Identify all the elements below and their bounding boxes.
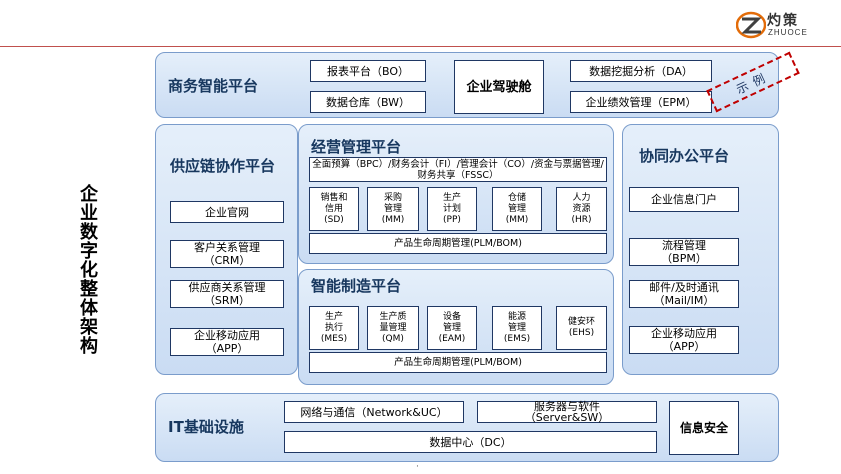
bi-item-epm[interactable]: 企业绩效管理（EPM） bbox=[570, 91, 712, 113]
scm-item-app[interactable]: 企业移动应用 （APP） bbox=[170, 328, 284, 356]
oa-platform-title: 协同办公平台 bbox=[639, 147, 730, 165]
mfg-plm-bar[interactable]: 产品生命周期管理(PLM/BOM) bbox=[309, 352, 607, 373]
mfg-module-ehs[interactable]: 健安环 (EHS) bbox=[556, 306, 607, 350]
mfg-module-qm[interactable]: 生产质 量管理 (QM) bbox=[367, 306, 419, 350]
scm-platform-title: 供应链协作平台 bbox=[170, 157, 276, 175]
bi-item-bw[interactable]: 数据仓库（BW） bbox=[310, 91, 426, 113]
bi-platform-title: 商务智能平台 bbox=[168, 77, 259, 95]
mfg-module-eam[interactable]: 设备 管理 (EAM) bbox=[427, 306, 477, 350]
oa-item-app[interactable]: 企业移动应用 （APP） bbox=[629, 326, 739, 354]
erp-module-mm-purchase[interactable]: 采购 管理 (MM) bbox=[367, 187, 419, 231]
mfg-module-ems[interactable]: 能源 管理 (EMS) bbox=[492, 306, 542, 350]
oa-item-mail-im[interactable]: 邮件/及时通讯 （Mail/IM） bbox=[629, 280, 739, 308]
erp-module-pp[interactable]: 生产 计划 (PP) bbox=[427, 187, 477, 231]
mfg-module-mes[interactable]: 生产 执行 (MES) bbox=[309, 306, 359, 350]
footer-mark: · bbox=[416, 462, 419, 472]
zhuoce-logo-icon bbox=[736, 11, 766, 39]
bi-item-da[interactable]: 数据挖掘分析（DA） bbox=[570, 60, 712, 82]
oa-item-bpm[interactable]: 流程管理 （BPM） bbox=[629, 238, 739, 266]
erp-plm-bar[interactable]: 产品生命周期管理(PLM/BOM) bbox=[309, 233, 607, 254]
erp-module-hr[interactable]: 人力 资源 (HR) bbox=[556, 187, 607, 231]
scm-item-website[interactable]: 企业官网 bbox=[170, 201, 284, 223]
scm-item-crm[interactable]: 客户关系管理 （CRM） bbox=[170, 240, 284, 268]
logo-subtext: ZHUOCE bbox=[768, 28, 808, 37]
erp-finance-bar[interactable]: 全面预算（BPC）/财务会计（FI）/管理会计（CO）/资金与票据管理/财务共享… bbox=[309, 157, 607, 182]
company-logo: 灼策 ZHUOCE bbox=[736, 8, 836, 42]
header-divider bbox=[0, 46, 841, 47]
erp-module-sd[interactable]: 销售和 信用 (SD) bbox=[309, 187, 359, 231]
infra-network[interactable]: 网络与通信（Network&UC） bbox=[284, 401, 464, 423]
infra-data-center[interactable]: 数据中心（DC） bbox=[284, 431, 657, 453]
side-title: 企业数字化整体架构 bbox=[80, 184, 98, 357]
logo-text: 灼策 bbox=[767, 13, 799, 29]
bi-item-cockpit[interactable]: 企业驾驶舱 bbox=[454, 60, 544, 114]
scm-item-srm[interactable]: 供应商关系管理 （SRM） bbox=[170, 280, 284, 308]
infra-title: IT基础设施 bbox=[168, 418, 244, 436]
mfg-platform-title: 智能制造平台 bbox=[311, 277, 402, 295]
bi-item-bo[interactable]: 报表平台（BO） bbox=[310, 60, 426, 82]
infra-security[interactable]: 信息安全 bbox=[669, 401, 739, 455]
erp-platform-title: 经营管理平台 bbox=[311, 138, 402, 156]
infra-server[interactable]: 服务器与软件 （Server&SW） bbox=[477, 401, 657, 423]
oa-item-portal[interactable]: 企业信息门户 bbox=[629, 187, 739, 212]
erp-module-mm-warehouse[interactable]: 仓储 管理 (MM) bbox=[492, 187, 542, 231]
